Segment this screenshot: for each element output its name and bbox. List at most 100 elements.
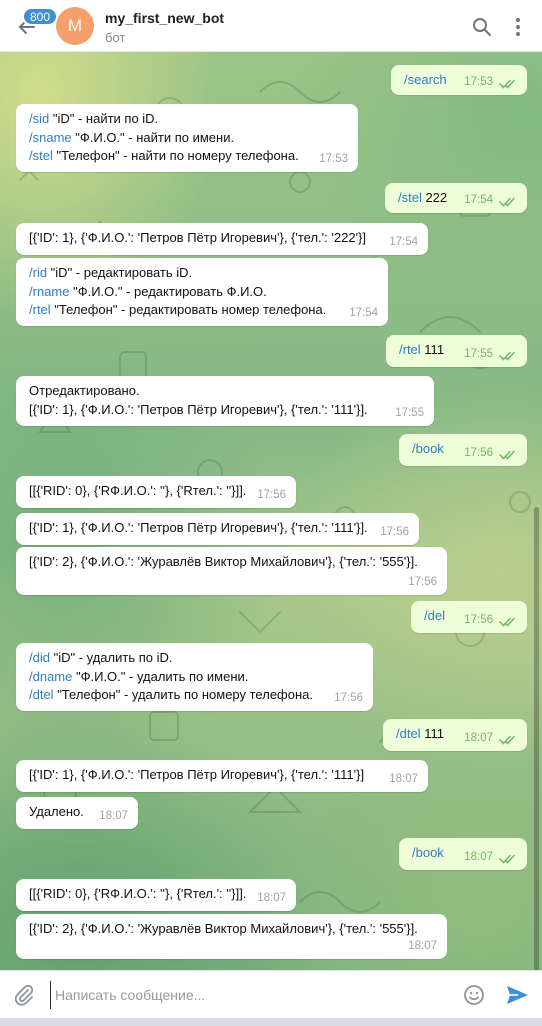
outgoing-message[interactable]: /del 17:56 [411, 601, 527, 633]
avatar[interactable]: M [56, 7, 94, 45]
message-time: 18:07 [408, 939, 437, 952]
message-line: Отредактировано. [29, 382, 422, 401]
bot-command-link[interactable]: /rtel [399, 342, 421, 357]
bot-command-link[interactable]: /sname [29, 130, 72, 145]
outgoing-message[interactable]: /book 17:56 [399, 434, 527, 466]
message-line: /dtel 111 [396, 725, 515, 744]
emoji-button[interactable] [462, 983, 486, 1007]
message-text: 222 [421, 190, 448, 205]
incoming-message[interactable]: /rid "iD" - редактировать iD. /rname "Ф.И… [16, 258, 388, 326]
message-text: "Телефон" - найти по номеру телефона. [52, 148, 299, 163]
message-line: [{'ID': 2}, {'Ф.И.О.': 'Журавлёв Виктор … [29, 920, 435, 939]
message-text: Удалено. [29, 804, 84, 819]
send-icon [507, 986, 528, 1004]
message-line: [{'ID': 1}, {'Ф.И.О.': 'Петров Пётр Игор… [29, 229, 416, 248]
message-text: Отредактировано. [29, 383, 140, 398]
message-text: "Ф.И.О." - удалить по имени. [72, 668, 249, 684]
message-time: 18:07 [257, 891, 286, 904]
message-time: 18:07 [464, 731, 493, 744]
message-time: 17:56 [464, 613, 493, 626]
outgoing-message[interactable]: /stel 222 17:54 [385, 183, 527, 213]
bot-command-link[interactable]: /rtel [29, 302, 51, 317]
message-time: 18:07 [464, 850, 493, 863]
search-button[interactable] [470, 15, 494, 39]
message-time: 17:53 [464, 75, 493, 88]
scrollbar[interactable] [534, 507, 539, 970]
incoming-message[interactable]: [{'ID': 1}, {'Ф.И.О.': 'Петров Пётр Игор… [16, 513, 419, 545]
double-check-icon [499, 79, 515, 89]
bot-command-link[interactable]: /did [29, 650, 50, 665]
message-time: 17:54 [464, 193, 493, 206]
send-button[interactable] [504, 983, 530, 1007]
bot-command-link[interactable]: /stel [398, 190, 422, 205]
message-line: [{'ID': 1}, {'Ф.И.О.': 'Петров Пётр Игор… [29, 519, 407, 538]
outgoing-message[interactable]: /rtel 111 17:55 [386, 335, 527, 367]
message-time: 17:56 [334, 691, 363, 704]
outgoing-message[interactable]: /dtel 111 18:07 [383, 719, 527, 751]
message-text: [{'ID': 1}, {'Ф.И.О.': 'Петров Пётр Игор… [29, 401, 368, 417]
bot-command-link[interactable]: /dname [29, 669, 72, 684]
message-time: 17:56 [464, 446, 493, 459]
bot-command-link[interactable]: /book [412, 441, 444, 456]
incoming-message[interactable]: /did "iD" - удалить по iD./dname "Ф.И.О.… [16, 643, 373, 711]
message-text: "Ф.И.О." - найти по имени. [71, 129, 235, 145]
message-time: 18:07 [99, 809, 128, 822]
message-line: /rtel 111 [399, 341, 515, 360]
message-text: [{'ID': 2}, {'Ф.И.О.': 'Журавлёв Виктор … [29, 921, 418, 936]
more-vertical-icon [516, 18, 520, 36]
message-line: /sname "Ф.И.О." - найти по имени. [29, 129, 346, 148]
message-text: "Телефон" - редактировать номер телефона… [50, 302, 327, 317]
double-check-icon [499, 854, 515, 864]
incoming-message[interactable]: [{'ID': 2}, {'Ф.И.О.': 'Журавлёв Виктор … [16, 914, 447, 959]
incoming-message[interactable]: Удалено. 18:07 [16, 797, 138, 829]
incoming-message[interactable]: /sid "iD" - найти по iD./sname "Ф.И.О." … [16, 104, 358, 172]
outgoing-message[interactable]: /book 18:07 [399, 838, 527, 870]
message-line: [{'ID': 1}, {'Ф.И.О.': 'Петров Пётр Игор… [29, 401, 422, 420]
message-input[interactable] [50, 981, 450, 1009]
incoming-message[interactable]: [[{'RID': 0}, {'RФ.И.О.': ''}, {'Rтел.':… [16, 476, 296, 508]
bot-command-link[interactable]: /dtel [29, 687, 54, 702]
attach-button[interactable] [12, 983, 36, 1007]
message-time: 18:07 [389, 772, 418, 785]
message-line: /dname "Ф.И.О." - удалить по имени. [29, 668, 361, 687]
chat-title[interactable]: my_first_new_bot [105, 10, 224, 26]
bot-command-link[interactable]: /sid [29, 111, 49, 126]
message-time: 17:55 [395, 406, 424, 419]
bot-command-link[interactable]: /search [404, 72, 447, 87]
message-line: /did "iD" - удалить по iD. [29, 649, 361, 668]
incoming-message[interactable]: Отредактировано. [{'ID': 1}, {'Ф.И.О.': … [16, 376, 434, 426]
more-menu-button[interactable] [506, 15, 530, 39]
message-text: [{'ID': 2}, {'Ф.И.О.': 'Журавлёв Виктор … [29, 554, 418, 569]
message-line: /rname "Ф.И.О." - редактировать Ф.И.О. [29, 283, 376, 302]
double-check-icon [499, 450, 515, 460]
bot-command-link[interactable]: /dtel [396, 726, 421, 741]
message-text: "Телефон" - удалить по номеру телефона. [53, 687, 313, 702]
message-line: /stel 222 [398, 189, 515, 208]
message-text: "iD" - найти по iD. [49, 111, 159, 126]
bot-command-link[interactable]: /rname [29, 284, 69, 299]
incoming-message[interactable]: [[{'RID': 0}, {'RФ.И.О.': ''}, {'Rтел.':… [16, 879, 296, 911]
message-line: [[{'RID': 0}, {'RФ.И.О.': ''}, {'Rтел.':… [29, 885, 284, 904]
bot-command-link[interactable]: /book [412, 845, 444, 860]
incoming-message[interactable]: [{'ID': 1}, {'Ф.И.О.': 'Петров Пётр Игор… [16, 223, 428, 255]
double-check-icon [499, 197, 515, 207]
message-time: 17:53 [319, 152, 348, 165]
bot-command-link[interactable]: /rid [29, 265, 47, 280]
message-line: /sid "iD" - найти по iD. [29, 110, 346, 129]
message-text: "Ф.И.О." - редактировать Ф.И.О. [69, 283, 267, 299]
message-time: 17:55 [464, 347, 493, 360]
message-text: [[{'RID': 0}, {'RФ.И.О.': ''}, {'Rтел.':… [29, 886, 247, 901]
incoming-message[interactable]: [{'ID': 2}, {'Ф.И.О.': 'Журавлёв Виктор … [16, 547, 447, 595]
outgoing-message[interactable]: /search 17:53 [391, 65, 527, 95]
message-time: 17:56 [257, 488, 286, 501]
message-line: /stel "Телефон" - найти по номеру телефо… [29, 147, 346, 166]
bot-command-link[interactable]: /del [424, 608, 445, 623]
message-text: 111 [420, 726, 444, 741]
bot-command-link[interactable]: /stel [29, 148, 53, 163]
message-text: "iD" - редактировать iD. [47, 265, 193, 280]
chat-header: 800 M my_first_new_bot бот [0, 0, 542, 52]
incoming-message[interactable]: [{'ID': 1}, {'Ф.И.О.': 'Петров Пётр Игор… [16, 760, 428, 792]
message-list[interactable]: /search 17:53/sid "iD" - найти по iD./sna… [0, 52, 542, 970]
message-time: 17:54 [349, 306, 378, 319]
message-text: "iD" - удалить по iD. [49, 650, 173, 665]
